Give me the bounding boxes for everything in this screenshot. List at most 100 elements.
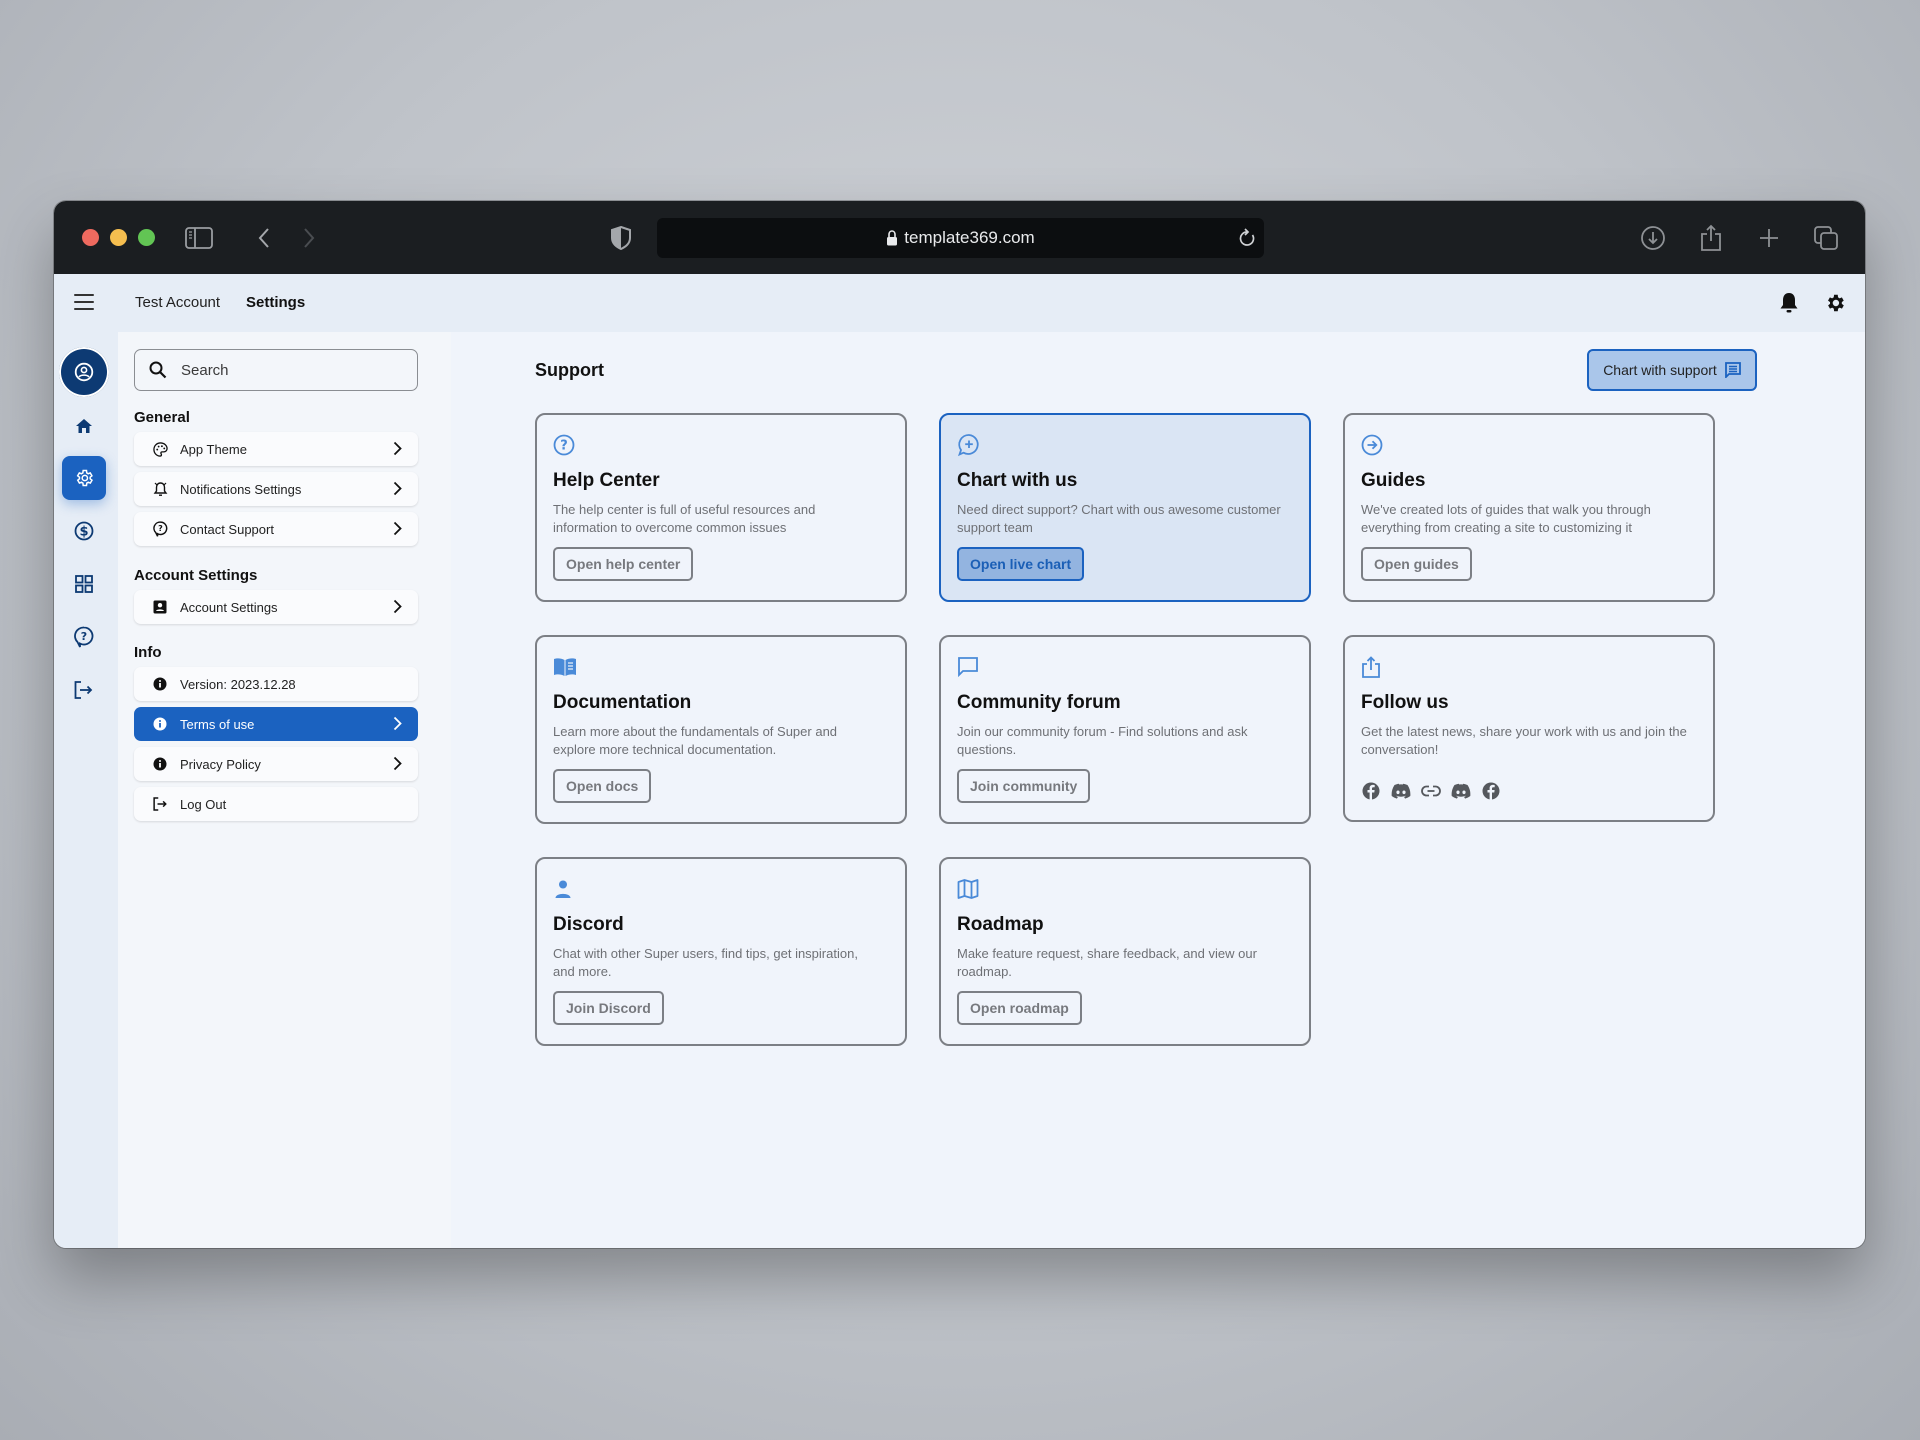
close-window-button[interactable]	[82, 229, 99, 246]
tab-overview-icon[interactable]	[1811, 223, 1841, 253]
maximize-window-button[interactable]	[138, 229, 155, 246]
share-icon[interactable]	[1696, 223, 1726, 253]
new-tab-icon[interactable]	[1754, 223, 1784, 253]
home-icon	[76, 419, 92, 433]
rail-item-logout[interactable]	[62, 668, 106, 712]
open-help-center-button[interactable]: Open help center	[553, 547, 694, 581]
card-community-forum: Community forum Join our community forum…	[939, 635, 1311, 824]
open-live-chat-button[interactable]: Open live chart	[957, 547, 1085, 581]
section-title-info: Info	[134, 644, 162, 661]
settings-panel: General App Theme Notifications Settings…	[118, 332, 451, 1248]
gear-icon[interactable]	[1823, 291, 1847, 315]
info-icon	[152, 756, 168, 772]
search-field[interactable]	[134, 349, 418, 391]
avatar[interactable]	[59, 347, 109, 397]
rail-item-billing[interactable]: $	[62, 509, 106, 553]
card-description: Need direct support? Chart with ous awes…	[957, 502, 1281, 535]
breadcrumb-settings[interactable]: Settings	[246, 294, 305, 311]
menu-icon[interactable]	[74, 294, 94, 310]
search-input[interactable]	[181, 361, 381, 379]
card-title: Guides	[1361, 470, 1426, 491]
settings-item-account-settings[interactable]: Account Settings	[134, 590, 418, 624]
version-label: Version: 2023.12.28	[180, 676, 296, 692]
card-title: Discord	[553, 914, 624, 935]
help-icon: ?	[74, 626, 94, 648]
section-title-account: Account Settings	[134, 567, 258, 584]
chat-plus-icon	[957, 433, 981, 457]
grid-icon	[75, 575, 93, 593]
browser-toolbar: template369.com	[54, 201, 1865, 274]
settings-item-notifications[interactable]: Notifications Settings	[134, 472, 418, 506]
settings-item-label: Account Settings	[180, 599, 278, 615]
chat-bubble-icon	[957, 655, 981, 679]
chevron-right-icon	[393, 599, 402, 617]
gear-icon	[76, 469, 93, 487]
dollar-icon: $	[74, 521, 94, 541]
lock-icon	[886, 230, 898, 246]
rail-item-help[interactable]: ?	[62, 615, 106, 659]
card-title: Follow us	[1361, 692, 1449, 713]
url-text: template369.com	[904, 228, 1035, 247]
settings-item-label: Terms of use	[180, 716, 255, 732]
join-discord-button[interactable]: Join Discord	[553, 991, 664, 1025]
nav-rail: $ ?	[54, 332, 118, 1248]
settings-item-label: Privacy Policy	[180, 756, 261, 772]
shield-icon[interactable]	[606, 223, 636, 253]
message-icon	[1724, 362, 1741, 378]
card-title: Chart with us	[957, 470, 1078, 491]
help-icon: ?	[152, 521, 168, 537]
rail-item-settings[interactable]	[62, 456, 106, 500]
card-description: Get the latest news, share your work wit…	[1361, 724, 1687, 757]
chevron-right-icon	[393, 716, 402, 734]
join-community-button[interactable]: Join community	[957, 769, 1091, 803]
rail-item-apps[interactable]	[62, 562, 106, 606]
forward-icon[interactable]	[294, 223, 324, 253]
help-circle-icon: ?	[553, 433, 577, 457]
breadcrumb-account[interactable]: Test Account	[135, 294, 220, 311]
info-icon	[152, 716, 168, 732]
page-title: Support	[535, 360, 604, 380]
reload-icon[interactable]	[1238, 228, 1256, 253]
logout-icon	[74, 681, 93, 699]
card-follow-us: Follow us Get the latest news, share you…	[1343, 635, 1715, 822]
open-roadmap-button[interactable]: Open roadmap	[957, 991, 1082, 1025]
rail-item-home[interactable]	[62, 404, 106, 448]
settings-item-log-out[interactable]: Log Out	[134, 787, 418, 821]
back-icon[interactable]	[249, 223, 279, 253]
svg-text:$: $	[79, 525, 88, 540]
address-bar[interactable]: template369.com	[657, 218, 1264, 258]
card-documentation: Documentation Learn more about the funda…	[535, 635, 907, 824]
facebook-icon[interactable]	[1361, 781, 1381, 801]
chevron-right-icon	[393, 521, 402, 539]
settings-item-privacy-policy[interactable]: Privacy Policy	[134, 747, 418, 781]
search-icon	[149, 361, 167, 379]
card-roadmap: Roadmap Make feature request, share feed…	[939, 857, 1311, 1046]
settings-item-version: Version: 2023.12.28	[134, 667, 418, 701]
chat-with-support-button[interactable]: Chart with support	[1587, 349, 1757, 391]
settings-item-contact-support[interactable]: ? Contact Support	[134, 512, 418, 546]
sidebar-toggle-icon[interactable]	[184, 223, 214, 253]
settings-item-label: Log Out	[180, 796, 227, 812]
open-docs-button[interactable]: Open docs	[553, 769, 652, 803]
card-description: Chat with other Super users, find tips, …	[553, 946, 858, 979]
info-icon	[152, 676, 168, 692]
facebook-icon[interactable]	[1481, 781, 1501, 801]
minimize-window-button[interactable]	[110, 229, 127, 246]
card-description: Learn more about the fundamentals of Sup…	[553, 724, 838, 757]
bell-icon[interactable]	[1777, 291, 1801, 315]
chevron-right-icon	[393, 441, 402, 459]
map-icon	[957, 877, 981, 901]
card-chat-with-us: Chart with us Need direct support? Chart…	[939, 413, 1311, 602]
bell-icon	[152, 481, 168, 497]
link-icon[interactable]	[1421, 781, 1441, 801]
open-guides-button[interactable]: Open guides	[1361, 547, 1472, 581]
discord-icon[interactable]	[1391, 781, 1411, 801]
settings-item-terms-of-use[interactable]: Terms of use	[134, 707, 418, 741]
card-help-center: ? Help Center The help center is full of…	[535, 413, 907, 602]
chat-with-support-label: Chart with support	[1603, 362, 1717, 378]
card-description: We've created lots of guides that walk y…	[1361, 502, 1651, 535]
discord-icon[interactable]	[1451, 781, 1471, 801]
settings-item-app-theme[interactable]: App Theme	[134, 432, 418, 466]
download-icon[interactable]	[1638, 223, 1668, 253]
settings-item-label: Notifications Settings	[180, 481, 302, 497]
